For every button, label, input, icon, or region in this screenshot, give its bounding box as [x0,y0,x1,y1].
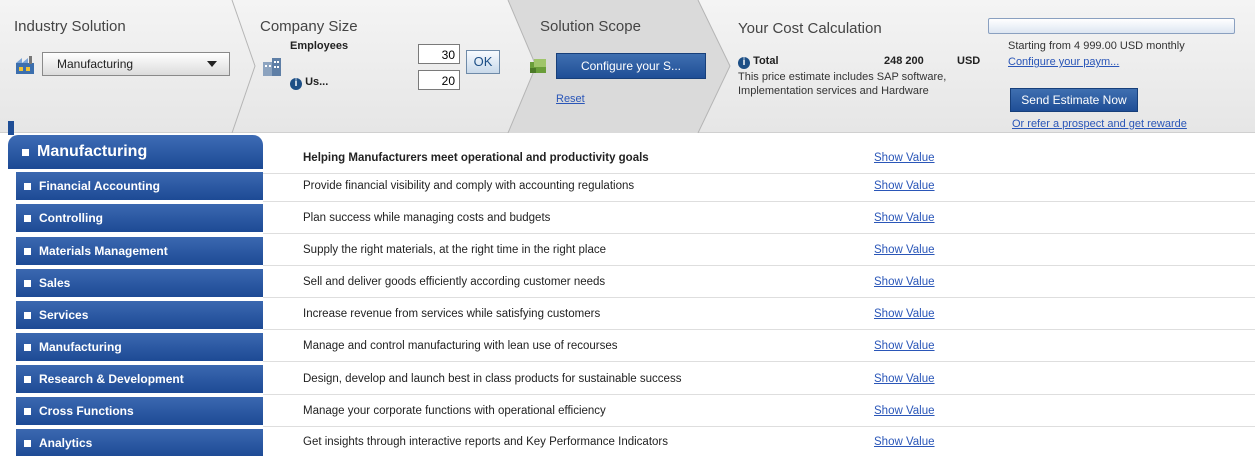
show-value-link[interactable]: Show Value [874,180,935,192]
row-description: Helping Manufacturers meet operational a… [303,152,649,164]
sidebar-item[interactable]: Materials Management [16,237,263,265]
row-description: Plan success while managing costs and bu… [303,212,551,224]
row-divider [263,394,1255,395]
expand-icon [24,344,31,351]
sidebar-item-label: Cross Functions [39,404,134,418]
configure-payment-link[interactable]: Configure your paym... [1008,56,1119,68]
expand-icon [24,215,31,222]
row-description: Supply the right materials, at the right… [303,244,606,256]
show-value-link[interactable]: Show Value [874,308,935,320]
sidebar-header-manufacturing[interactable]: Manufacturing [8,135,263,169]
show-value-link[interactable]: Show Value [874,152,935,164]
configure-solution-button[interactable]: Configure your S... [556,53,706,79]
puzzle-icon [530,59,546,73]
sidebar-item-label: Manufacturing [39,340,122,354]
employees-label: Employees [290,40,349,52]
send-estimate-button[interactable]: Send Estimate Now [1010,88,1138,112]
solution-scope-title: Solution Scope [540,18,641,35]
row-divider [263,233,1255,234]
row-divider [263,173,1255,174]
expand-icon [24,280,31,287]
row-description: Provide financial visibility and comply … [303,180,635,192]
row-description: Increase revenue from services while sat… [303,308,601,320]
sidebar-item-label: Financial Accounting [39,179,160,193]
show-value-link[interactable]: Show Value [874,244,935,256]
users-label-text: Us... [305,76,329,88]
expand-icon [24,440,31,447]
company-size-title: Company Size [260,18,358,35]
sidebar-item-label: Sales [39,276,71,290]
total-currency: USD [957,55,981,67]
expand-icon [24,408,31,415]
monthly-price-text: Starting from 4 999.00 USD monthly [1008,40,1185,52]
total-value: 248 200 [884,55,924,67]
industry-select-value: Manufacturing [57,57,134,71]
row-divider [263,426,1255,427]
sidebar-item[interactable]: Cross Functions [16,397,263,425]
sidebar-item-label: Analytics [39,436,93,450]
sidebar-header-label: Manufacturing [37,143,148,160]
industry-select[interactable]: Manufacturing [42,52,230,76]
row-description: Manage and control manufacturing with le… [303,340,618,352]
row-description: Sell and deliver goods efficiently accor… [303,276,606,288]
sidebar-item[interactable]: Research & Development [16,365,263,393]
factory-icon [16,56,34,74]
expand-icon [24,183,31,190]
sidebar-item[interactable]: Controlling [16,204,263,232]
show-value-link[interactable]: Show Value [874,436,935,448]
employees-input[interactable] [418,44,460,64]
sidebar-item[interactable]: Financial Accounting [16,172,263,200]
total-label-text: Total [753,55,779,67]
chevron-down-icon [207,61,217,67]
header-bar: Industry Solution Manufacturing Company … [0,0,1255,133]
show-value-link[interactable]: Show Value [874,212,935,224]
row-divider [263,361,1255,362]
company-building-icon [263,58,281,76]
row-description: Manage your corporate functions with ope… [303,405,606,417]
users-label: i Us... [290,76,328,90]
row-divider [263,329,1255,330]
sidebar-item-label: Research & Development [39,372,184,386]
show-value-link[interactable]: Show Value [874,340,935,352]
info-icon[interactable]: i [290,78,302,90]
sidebar-marker [8,121,14,135]
sidebar-item[interactable]: Analytics [16,429,263,456]
expand-icon [24,248,31,255]
financing-bar [988,18,1235,34]
sidebar-item-label: Services [39,308,89,322]
expand-icon [24,312,31,319]
users-input[interactable] [418,70,460,90]
cost-calculation-title: Your Cost Calculation [738,20,882,37]
row-divider [263,265,1255,266]
sidebar-item-label: Materials Management [39,244,168,258]
row-description: Design, develop and launch best in class… [303,373,682,385]
show-value-link[interactable]: Show Value [874,405,935,417]
refer-prospect-link[interactable]: Or refer a prospect and get rewarde [1012,118,1187,130]
expand-icon [22,149,29,156]
row-divider [263,297,1255,298]
show-value-link[interactable]: Show Value [874,373,935,385]
sidebar-item[interactable]: Services [16,301,263,329]
row-description: Get insights through interactive reports… [303,436,668,448]
industry-solution-title: Industry Solution [14,18,126,35]
price-estimate-note: This price estimate includes SAP softwar… [738,71,947,97]
sidebar-item[interactable]: Manufacturing [16,333,263,361]
info-icon[interactable]: i [738,57,750,69]
row-divider [263,201,1255,202]
total-label: i Total [738,55,779,69]
show-value-link[interactable]: Show Value [874,276,935,288]
sidebar-item[interactable]: Sales [16,269,263,297]
ok-button[interactable]: OK [466,50,500,74]
expand-icon [24,376,31,383]
sidebar-item-label: Controlling [39,211,103,225]
reset-link[interactable]: Reset [556,93,585,105]
